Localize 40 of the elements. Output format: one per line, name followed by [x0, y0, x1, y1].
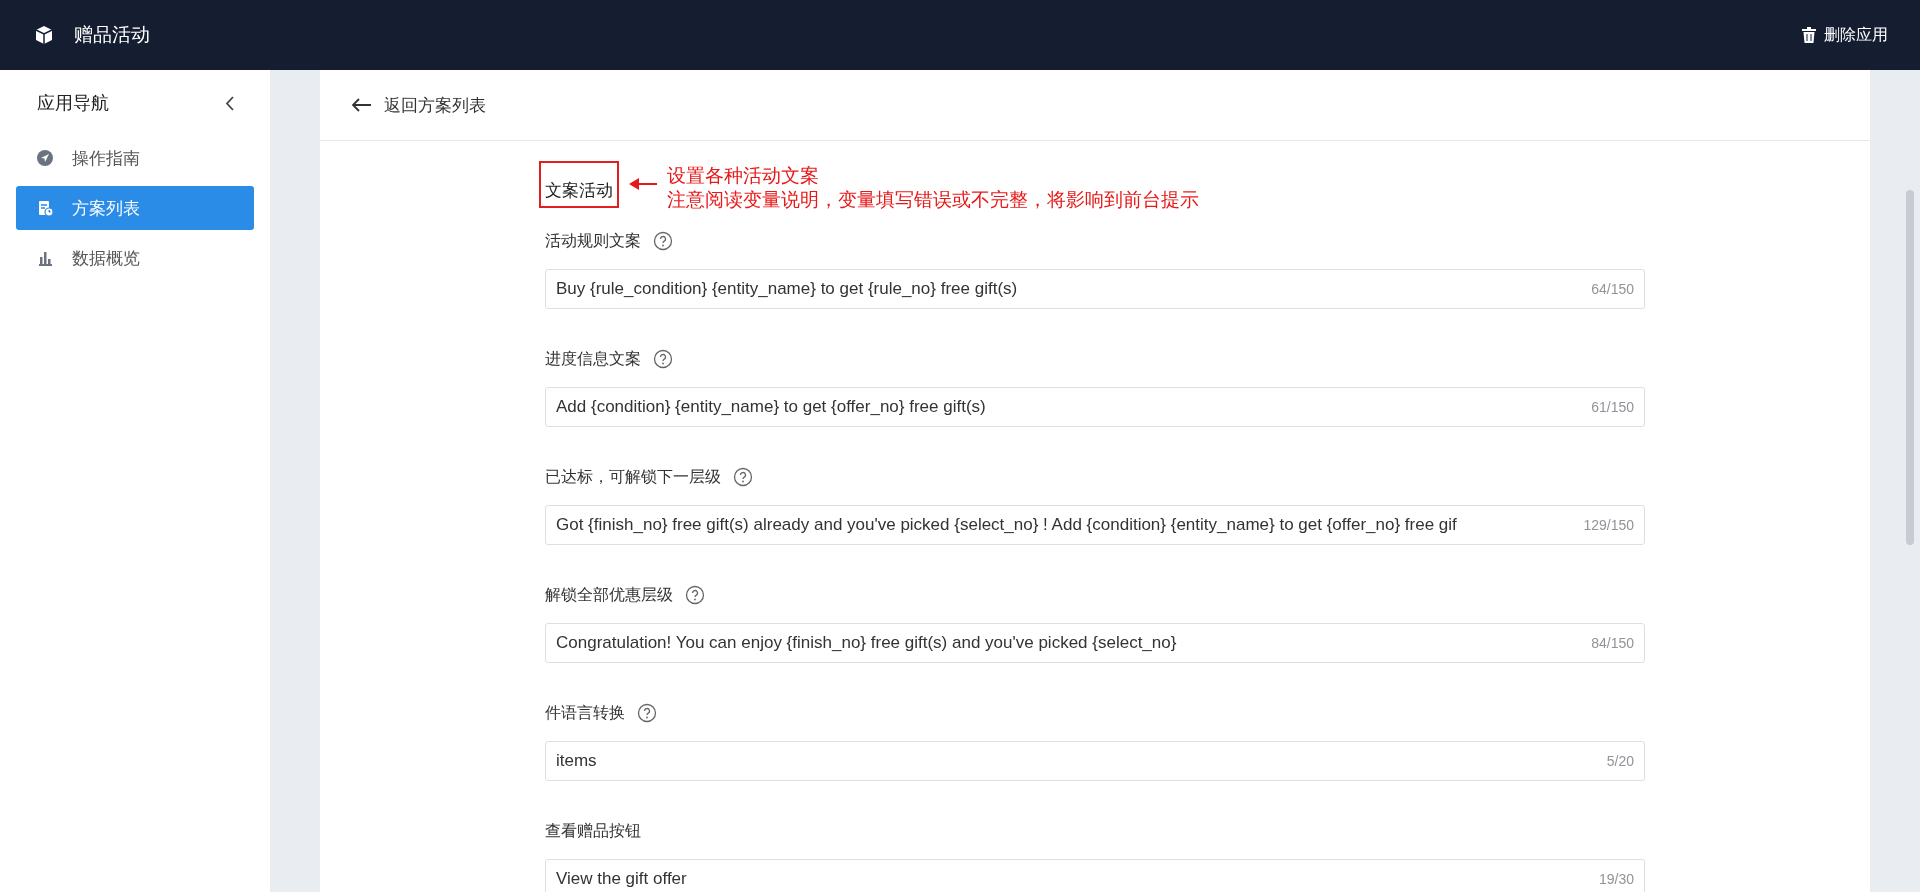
field-label: 进度信息文案	[545, 348, 641, 369]
help-icon[interactable]	[733, 467, 753, 487]
char-counter: 5/20	[1606, 753, 1634, 769]
field-label: 活动规则文案	[545, 230, 641, 251]
text-field[interactable]: Buy {rule_condition} {entity_name} to get {rule_no} free gift(s) 64/150	[545, 269, 1645, 309]
delete-app-button[interactable]: 删除应用	[1802, 24, 1888, 46]
text-field[interactable]: Congratulation! You can enjoy {finish_no} free gift(s) and you've picked {select_no} 84/150	[545, 623, 1645, 663]
field-label: 件语言转换	[545, 702, 625, 723]
char-counter: 64/150	[1591, 281, 1634, 297]
bar-chart-icon	[36, 249, 54, 267]
sidebar-item[interactable]: 数据概览	[16, 236, 254, 280]
char-counter: 61/150	[1591, 399, 1634, 415]
app-title: 赠品活动	[74, 23, 150, 47]
cube-icon	[34, 25, 54, 45]
char-counter: 19/30	[1598, 871, 1634, 887]
sidebar-item[interactable]: 操作指南	[16, 136, 254, 180]
annotation-arrow	[629, 178, 657, 190]
help-icon[interactable]	[637, 703, 657, 723]
section-title: 文案活动	[539, 161, 619, 208]
back-link[interactable]: 返回方案列表	[352, 93, 486, 117]
field-label: 解锁全部优惠层级	[545, 584, 673, 605]
trash-icon	[1802, 27, 1816, 43]
char-counter: 84/150	[1591, 635, 1634, 651]
document-clock-icon	[36, 199, 54, 217]
annotation-text: 注意阅读变量说明，变量填写错误或不完整，将影响到前台提示	[667, 187, 1199, 211]
char-counter: 129/150	[1583, 517, 1634, 533]
scrollbar-thumb[interactable]	[1906, 190, 1914, 545]
annotation-text: 设置各种活动文案	[667, 163, 820, 187]
field-label: 已达标，可解锁下一层级	[545, 466, 721, 487]
text-field[interactable]: Got {finish_no} free gift(s) already and you've picked {select_no} ! Add {condition} {entity_name} to get {offer_no} free gif 129/150	[545, 505, 1645, 545]
sidebar-title: 应用导航	[37, 92, 109, 115]
back-arrow-icon	[352, 98, 372, 112]
text-field[interactable]: View the gift offer 19/30	[545, 859, 1645, 892]
field-label: 查看赠品按钮	[545, 820, 641, 841]
collapse-chevron-icon[interactable]	[225, 95, 234, 111]
text-field[interactable]: Add {condition} {entity_name} to get {offer_no} free gift(s) 61/150	[545, 387, 1645, 427]
help-icon[interactable]	[685, 585, 705, 605]
help-icon[interactable]	[653, 349, 673, 369]
text-field[interactable]: items 5/20	[545, 741, 1645, 781]
help-icon[interactable]	[653, 231, 673, 251]
